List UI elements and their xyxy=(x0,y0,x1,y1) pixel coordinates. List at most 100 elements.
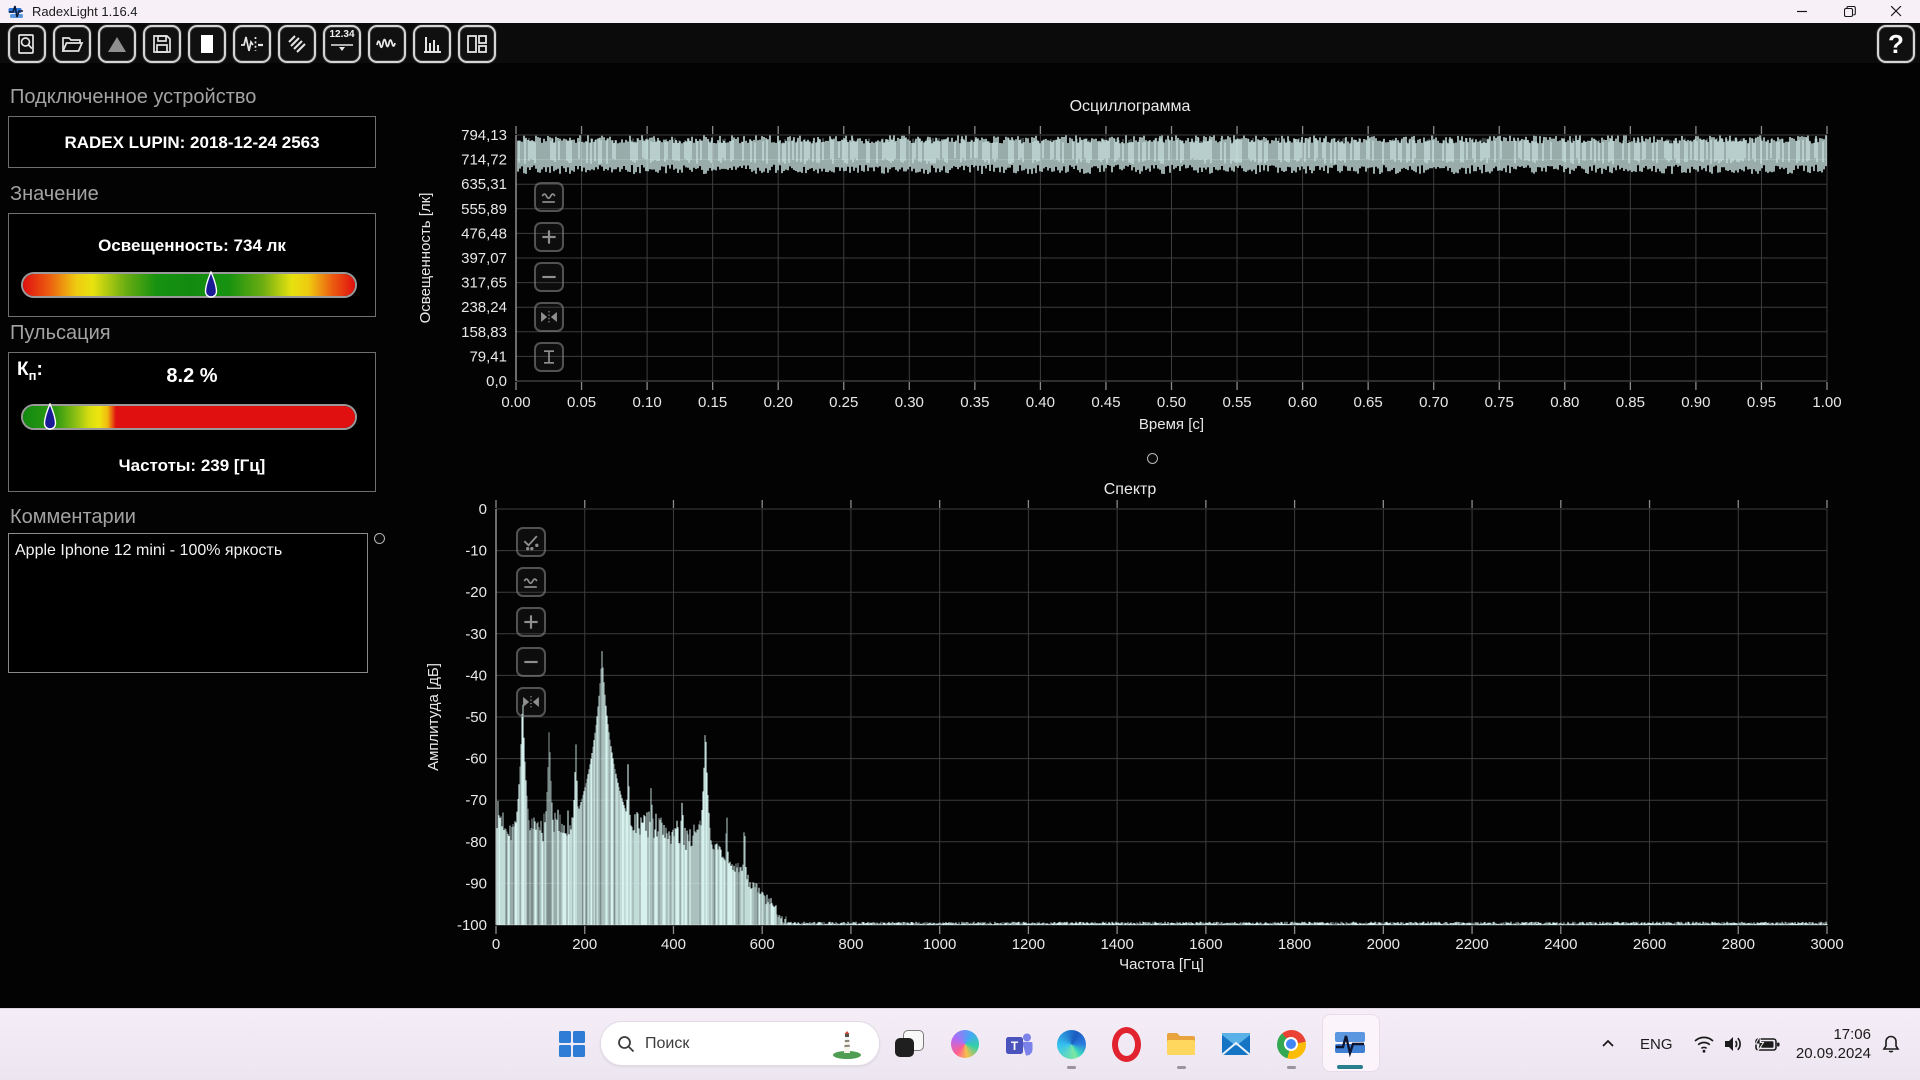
copilot-button[interactable] xyxy=(943,1022,987,1066)
numeric-display-button[interactable]: 12.34 xyxy=(323,25,361,63)
spec-zoom-in-button[interactable] xyxy=(516,607,546,637)
notifications-button[interactable] xyxy=(1880,1008,1902,1080)
teams-icon: T xyxy=(1004,1029,1034,1059)
help-button[interactable]: ? xyxy=(1877,25,1915,63)
radexlight-taskbar-button[interactable] xyxy=(1328,1020,1372,1064)
device-box: RADEX LUPIN: 2018-12-24 2563 xyxy=(8,116,376,168)
tray-chevron-button[interactable] xyxy=(1598,1008,1618,1080)
svg-text:Время [с]: Время [с] xyxy=(1139,416,1204,433)
save-button[interactable] xyxy=(143,25,181,63)
osc-zoom-in-button[interactable] xyxy=(534,222,564,252)
svg-text:400: 400 xyxy=(661,936,686,953)
export-upload-button[interactable] xyxy=(98,25,136,63)
pulsation-slider[interactable] xyxy=(21,404,357,430)
comments-input[interactable]: Apple Iphone 12 mini - 100% яркость xyxy=(8,533,368,673)
zoom-document-button[interactable] xyxy=(8,25,46,63)
wifi-button[interactable] xyxy=(1692,1008,1716,1080)
start-button[interactable] xyxy=(550,1022,594,1066)
svg-text:238,24: 238,24 xyxy=(461,299,507,316)
minimize-button[interactable] xyxy=(1779,0,1826,23)
record-stop-button[interactable] xyxy=(188,25,226,63)
spec-autoscale-button[interactable] xyxy=(516,527,546,557)
app-logo-icon xyxy=(8,4,24,20)
pulse-measure-button[interactable] xyxy=(233,25,271,63)
layout-panels-button[interactable] xyxy=(458,25,496,63)
spec-zoom-out-button[interactable] xyxy=(516,647,546,677)
svg-text:0.95: 0.95 xyxy=(1747,394,1776,411)
svg-text:0.15: 0.15 xyxy=(698,394,727,411)
open-file-button[interactable] xyxy=(53,25,91,63)
chrome-icon xyxy=(1277,1030,1306,1059)
spectrum-chart[interactable]: 0-10-20-30-40-50-60-70-80-90-10002004006… xyxy=(390,470,1850,985)
svg-text:-100: -100 xyxy=(457,917,487,934)
value-box: Освещенность: 734 лк xyxy=(8,213,376,317)
osc-fit-curve-button[interactable] xyxy=(534,182,564,212)
search-box[interactable]: Поиск xyxy=(600,1021,880,1066)
backlight-rays-button[interactable] xyxy=(278,25,316,63)
spectrum-view-button[interactable] xyxy=(413,25,451,63)
explorer-icon xyxy=(1166,1031,1196,1057)
svg-text:0.65: 0.65 xyxy=(1354,394,1383,411)
illuminance-slider-marker[interactable] xyxy=(204,271,218,301)
svg-text:1000: 1000 xyxy=(923,936,956,953)
svg-text:600: 600 xyxy=(750,936,775,953)
clock-tray[interactable]: 17:06 20.09.2024 xyxy=(1793,1008,1871,1080)
app-window: RadexLight 1.16.4 xyxy=(0,0,1920,1080)
svg-text:2000: 2000 xyxy=(1367,936,1400,953)
bell-icon xyxy=(1880,1033,1902,1055)
comments-text: Apple Iphone 12 mini - 100% яркость xyxy=(15,542,282,559)
panel-splitter-handle[interactable] xyxy=(374,533,385,544)
chevron-up-icon xyxy=(1598,1034,1618,1054)
svg-text:Осциллограмма: Осциллограмма xyxy=(1070,98,1191,115)
svg-text:1800: 1800 xyxy=(1278,936,1311,953)
oscillogram-view-button[interactable] xyxy=(368,25,406,63)
svg-text:0,0: 0,0 xyxy=(486,373,507,390)
volume-button[interactable] xyxy=(1722,1008,1746,1080)
svg-text:555,89: 555,89 xyxy=(461,201,507,218)
svg-text:0.10: 0.10 xyxy=(632,394,661,411)
svg-text:2600: 2600 xyxy=(1633,936,1666,953)
explorer-running-indicator xyxy=(1177,1066,1186,1069)
pulsation-slider-marker[interactable] xyxy=(43,403,57,433)
radexlight-active-indicator xyxy=(1337,1065,1363,1069)
frequency-reading: Частоты: 239 [Гц] xyxy=(9,456,375,476)
help-label: ? xyxy=(1888,29,1904,60)
svg-text:1400: 1400 xyxy=(1100,936,1133,953)
oscillogram-chart[interactable]: 794,13714,72635,31555,89476,48397,07317,… xyxy=(390,75,1850,470)
language-label: ENG xyxy=(1640,1036,1673,1053)
svg-text:0.35: 0.35 xyxy=(960,394,989,411)
svg-text:79,41: 79,41 xyxy=(469,348,507,365)
pulsation-box: Кп: 8.2 % Частоты: 239 [Гц] xyxy=(8,352,376,492)
battery-button[interactable] xyxy=(1752,1008,1782,1080)
illuminance-slider[interactable] xyxy=(21,272,357,298)
spectrum-tools xyxy=(516,527,546,727)
svg-text:800: 800 xyxy=(838,936,863,953)
svg-text:-30: -30 xyxy=(465,626,487,643)
explorer-button[interactable] xyxy=(1159,1022,1203,1066)
osc-fit-horizontal-button[interactable] xyxy=(534,302,564,332)
edge-icon xyxy=(1057,1030,1086,1059)
illuminance-reading: Освещенность: 734 лк xyxy=(9,236,375,256)
osc-zoom-out-button[interactable] xyxy=(534,262,564,292)
edge-button[interactable] xyxy=(1049,1022,1093,1066)
device-name: RADEX LUPIN: 2018-12-24 2563 xyxy=(9,133,375,153)
spec-fit-curve-button[interactable] xyxy=(516,567,546,597)
svg-text:714,72: 714,72 xyxy=(461,152,507,169)
osc-fit-vertical-button[interactable] xyxy=(534,342,564,372)
svg-text:-60: -60 xyxy=(465,751,487,768)
mail-button[interactable] xyxy=(1214,1022,1258,1066)
teams-button[interactable]: T xyxy=(997,1022,1041,1066)
task-view-button[interactable] xyxy=(887,1022,931,1066)
svg-text:1600: 1600 xyxy=(1189,936,1222,953)
spec-fit-horizontal-button[interactable] xyxy=(516,687,546,717)
language-indicator[interactable]: ENG xyxy=(1640,1008,1673,1080)
pulsation-section-header: Пульсация xyxy=(10,322,111,345)
close-button[interactable] xyxy=(1873,0,1920,23)
svg-text:200: 200 xyxy=(572,936,597,953)
svg-text:158,83: 158,83 xyxy=(461,324,507,341)
restore-button[interactable] xyxy=(1826,0,1873,23)
svg-text:Освещенность [лк]: Освещенность [лк] xyxy=(417,193,434,324)
chrome-button[interactable] xyxy=(1269,1022,1313,1066)
opera-button[interactable] xyxy=(1104,1022,1148,1066)
svg-text:0.00: 0.00 xyxy=(501,394,530,411)
